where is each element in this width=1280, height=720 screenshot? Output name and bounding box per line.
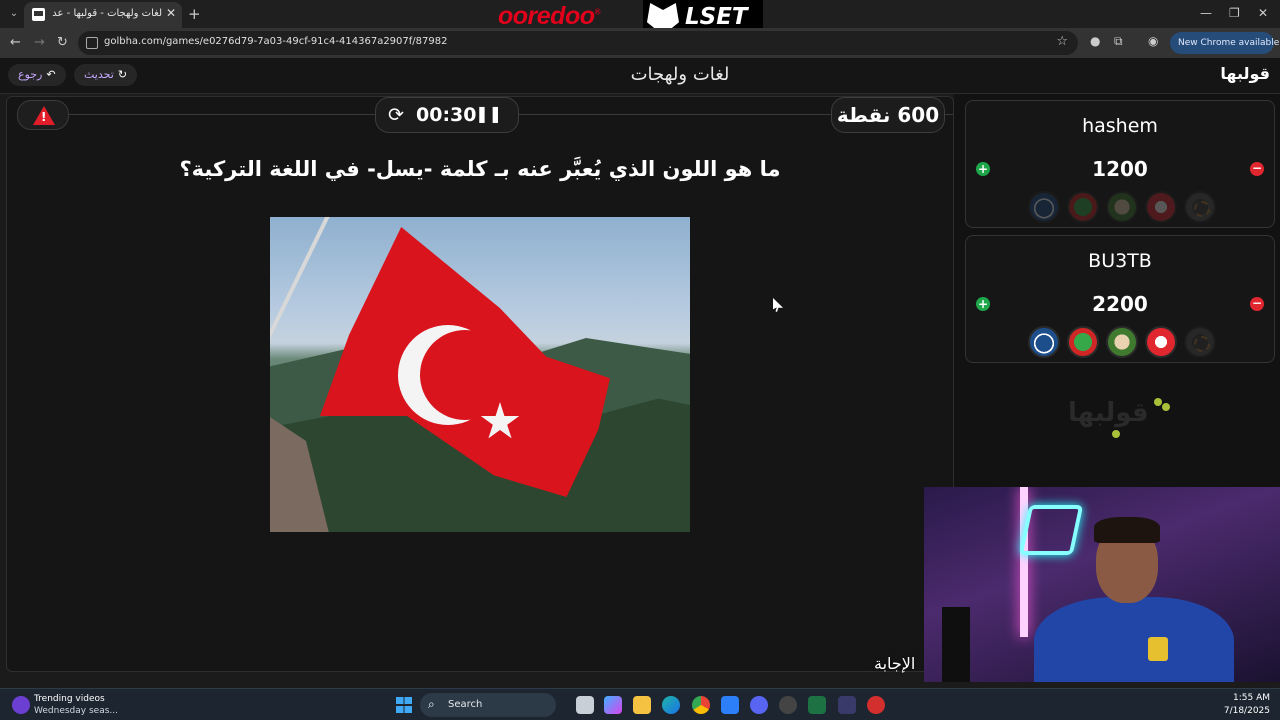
- team-card: BU3TB + 2200 −: [965, 235, 1275, 363]
- team-card: hashem + 1200 −: [965, 100, 1275, 228]
- reload-icon[interactable]: ↻: [57, 35, 68, 50]
- tab-list-chevron-icon[interactable]: ⌄: [6, 6, 22, 22]
- browser-titlebar: ⌄ لغات ولهجات - قولبها - عدل قبل ✕ + oor…: [0, 0, 1280, 38]
- news-widget-icon[interactable]: [12, 696, 30, 714]
- page-title: لغات ولهجات: [630, 64, 730, 85]
- copilot-icon[interactable]: [604, 696, 622, 714]
- remove-points-minus-icon[interactable]: −: [1250, 297, 1264, 311]
- ooredoo-logo: ooredoo®: [498, 2, 600, 30]
- stop-hand-icon[interactable]: [1145, 326, 1177, 358]
- microphone-arm: [942, 607, 970, 682]
- forward-arrow-icon[interactable]: →: [34, 35, 45, 50]
- extensions-puzzle-icon[interactable]: ⧉: [1114, 34, 1123, 49]
- double-time-icon[interactable]: [1028, 191, 1060, 223]
- crescent-cut: [420, 330, 510, 420]
- app-icon[interactable]: [867, 696, 885, 714]
- profile-avatar-icon[interactable]: ◉: [1148, 34, 1158, 48]
- two-answers-icon[interactable]: [1106, 191, 1138, 223]
- two-answers-icon[interactable]: [1106, 326, 1138, 358]
- question-image-turkish-flag: [270, 217, 690, 532]
- chrome-update-button[interactable]: New Chrome available ⋮: [1170, 32, 1279, 54]
- new-tab-plus-icon[interactable]: +: [188, 5, 201, 23]
- chrome-icon[interactable]: [692, 696, 710, 714]
- divider: [519, 114, 831, 115]
- answer-button[interactable]: الإجابة: [874, 654, 915, 673]
- refresh-icon: ↻: [117, 68, 128, 81]
- timer: ⟳ 00:30 ❚❚: [375, 97, 519, 133]
- divider: [945, 114, 953, 115]
- windows-taskbar: Trending videos Wednesday seas... ⌕ Sear…: [0, 688, 1280, 720]
- jersey-badge: [1148, 637, 1168, 661]
- clock-time[interactable]: 1:55 AM: [1233, 693, 1270, 703]
- tab-favicon-icon: [32, 8, 45, 21]
- app-icon[interactable]: [838, 696, 856, 714]
- question-text: ما هو اللون الذي يُعبَّر عنه بـ كلمة -يس…: [179, 157, 781, 181]
- wheel-icon[interactable]: [1184, 326, 1216, 358]
- neon-light: [1020, 487, 1028, 637]
- search-icon: ⌕: [428, 697, 435, 711]
- app-header: رجوع ↶ تحديث ↻ لغات ولهجات قولبها: [0, 58, 1280, 94]
- streamer-hair: [1094, 517, 1160, 543]
- extension-pin-icon[interactable]: ●: [1090, 34, 1100, 48]
- news-widget-subtitle[interactable]: Wednesday seas...: [34, 706, 118, 716]
- game-board: ⟳ 00:30 ❚❚ 600 نقطة ما هو اللون الذي يُع…: [6, 96, 954, 672]
- url-text: golbha.com/games/e0276d79-7a03-49cf-91c4…: [104, 36, 448, 47]
- news-widget-title[interactable]: Trending videos: [34, 694, 105, 704]
- excel-icon[interactable]: [808, 696, 826, 714]
- team-score: 1200: [1092, 157, 1148, 181]
- restore-icon[interactable]: ❐: [1229, 6, 1240, 20]
- windows-start-icon[interactable]: [396, 697, 412, 713]
- pause-icon[interactable]: ❚❚: [475, 104, 502, 123]
- bookmark-star-icon[interactable]: ☆: [1056, 34, 1068, 49]
- window-close-icon[interactable]: ✕: [1258, 6, 1268, 20]
- remove-points-minus-icon[interactable]: −: [1250, 162, 1264, 176]
- divider: [69, 114, 375, 115]
- site-info-icon[interactable]: [86, 37, 98, 49]
- obs-icon[interactable]: [779, 696, 797, 714]
- question-points: 600 نقطة: [831, 97, 945, 133]
- timer-reset-icon[interactable]: ⟳: [388, 104, 404, 126]
- tab-close-icon[interactable]: ✕: [166, 6, 176, 20]
- loading-dot: [1154, 398, 1162, 406]
- discord-icon[interactable]: [750, 696, 768, 714]
- store-icon[interactable]: [721, 696, 739, 714]
- wheel-icon[interactable]: [1184, 191, 1216, 223]
- webcam-overlay: [924, 487, 1280, 682]
- brand-watermark: قولبها: [1068, 398, 1149, 428]
- address-bar[interactable]: golbha.com/games/e0276d79-7a03-49cf-91c4…: [78, 31, 1078, 55]
- undo-arrow-icon: ↶: [46, 68, 56, 81]
- timer-value: 00:30: [416, 104, 477, 126]
- back-button[interactable]: رجوع ↶: [8, 64, 66, 86]
- loading-dot: [1162, 403, 1170, 411]
- file-explorer-icon[interactable]: [633, 696, 651, 714]
- task-view-icon[interactable]: [576, 696, 594, 714]
- lset-text: LSET: [685, 4, 748, 30]
- browser-toolbar: ← → ↻ golbha.com/games/e0276d79-7a03-49c…: [0, 28, 1280, 58]
- team-name: hashem: [1082, 115, 1158, 137]
- report-button[interactable]: [17, 100, 69, 130]
- helper-tools: [1026, 326, 1226, 358]
- neon-logo: [1018, 505, 1084, 555]
- helper-tools: [1026, 191, 1226, 223]
- swap-icon[interactable]: [1067, 191, 1099, 223]
- team-score: 2200: [1092, 292, 1148, 316]
- warning-icon: [33, 106, 55, 125]
- taskbar-search[interactable]: ⌕ Search: [420, 693, 556, 717]
- tab-title: لغات ولهجات - قولبها - عدل قبل: [52, 8, 162, 19]
- refresh-button[interactable]: تحديث ↻: [74, 64, 138, 86]
- clock-date[interactable]: 7/18/2025: [1224, 706, 1270, 716]
- double-time-icon[interactable]: [1028, 326, 1060, 358]
- loading-dot: [1112, 430, 1120, 438]
- brand-logo: قولبها: [1220, 64, 1270, 83]
- minimize-icon[interactable]: —: [1200, 6, 1212, 20]
- search-label: Search: [448, 699, 483, 710]
- stop-hand-icon[interactable]: [1145, 191, 1177, 223]
- browser-tab[interactable]: لغات ولهجات - قولبها - عدل قبل ✕: [24, 2, 182, 28]
- swap-icon[interactable]: [1067, 326, 1099, 358]
- streamer-body: [1034, 597, 1234, 682]
- team-name: BU3TB: [1088, 250, 1152, 272]
- edge-icon[interactable]: [662, 696, 680, 714]
- back-arrow-icon[interactable]: ←: [10, 35, 21, 50]
